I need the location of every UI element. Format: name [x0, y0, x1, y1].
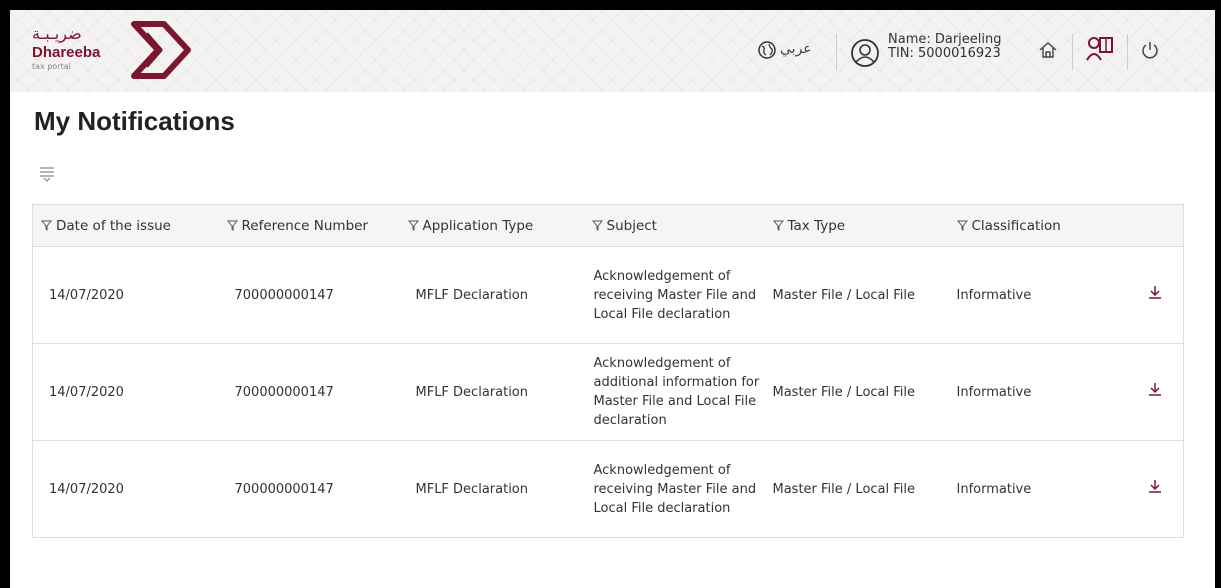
cell-application-type: MFLF Declaration [399, 343, 584, 441]
filter-icon[interactable] [591, 220, 603, 231]
cell-tax-type: Master File / Local File [764, 246, 949, 344]
table-row[interactable]: 14/07/2020 700000000147 MFLF Declaration… [32, 246, 1184, 344]
filter-icon[interactable] [772, 220, 784, 231]
cell-tax-type: Master File / Local File [764, 343, 949, 441]
cell-date: 14/07/2020 [32, 343, 219, 441]
cell-download [1127, 343, 1184, 441]
page-title: My Notifications [34, 106, 235, 136]
table-row[interactable]: 14/07/2020 700000000147 MFLF Declaration… [32, 440, 1184, 538]
language-switch[interactable]: عربي [780, 41, 812, 57]
app-frame: ضريـبـة Dhareeba tax portal عربي Name: D… [10, 10, 1215, 588]
column-header-reference[interactable]: Reference Number [218, 204, 400, 247]
cell-classification: Informative [948, 440, 1128, 538]
cell-subject: Acknowledgement of receiving Master File… [583, 246, 765, 344]
divider [836, 34, 837, 70]
column-header-subject[interactable]: Subject [583, 204, 765, 247]
column-header-tax-type[interactable]: Tax Type [764, 204, 949, 247]
column-header-actions [1127, 204, 1184, 247]
filter-icon[interactable] [41, 220, 52, 231]
user-avatar-icon [851, 39, 879, 67]
column-header-date[interactable]: Date of the issue [32, 204, 219, 247]
cell-download [1127, 246, 1184, 344]
logo-arabic-text: ضريـبـة [32, 24, 82, 43]
user-guide-icon[interactable] [1085, 34, 1115, 64]
cell-reference: 700000000147 [218, 246, 400, 344]
filter-icon[interactable] [956, 220, 968, 231]
cell-classification: Informative [948, 246, 1128, 344]
cell-reference: 700000000147 [218, 440, 400, 538]
column-header-application-type[interactable]: Application Type [399, 204, 584, 247]
column-header-label: Classification [971, 217, 1061, 234]
column-settings-icon[interactable] [38, 165, 56, 183]
cell-reference: 700000000147 [218, 343, 400, 441]
notifications-table: Date of the issue Reference Number Appli… [32, 204, 1184, 538]
logo-subtitle: tax portal [32, 62, 71, 71]
filter-icon[interactable] [226, 220, 238, 231]
dhareeba-logo[interactable]: ضريـبـة Dhareeba tax portal [22, 21, 192, 79]
logout-power-icon[interactable] [1140, 40, 1160, 60]
divider [1127, 34, 1128, 70]
column-header-label: Subject [606, 217, 657, 234]
divider [1072, 34, 1073, 70]
logo-english-text: Dhareeba [32, 44, 101, 61]
cell-download [1127, 440, 1184, 538]
cell-date: 14/07/2020 [32, 440, 219, 538]
cell-date: 14/07/2020 [32, 246, 219, 344]
download-icon[interactable] [1147, 284, 1163, 300]
globe-icon[interactable] [758, 41, 776, 59]
dhareeba-chevron-mark-icon [131, 21, 191, 79]
column-header-classification[interactable]: Classification [948, 204, 1128, 247]
cell-subject: Acknowledgement of receiving Master File… [583, 440, 765, 538]
filter-icon[interactable] [407, 220, 419, 231]
user-name: Name: Darjeeling [888, 32, 1002, 47]
cell-application-type: MFLF Declaration [399, 440, 584, 538]
top-header: ضريـبـة Dhareeba tax portal عربي Name: D… [10, 10, 1215, 92]
table-header-row: Date of the issue Reference Number Appli… [32, 204, 1184, 247]
cell-application-type: MFLF Declaration [399, 246, 584, 344]
download-icon[interactable] [1147, 478, 1163, 494]
cell-subject: Acknowledgement of additional informatio… [583, 343, 765, 441]
column-header-label: Tax Type [787, 217, 846, 234]
column-header-label: Application Type [422, 217, 534, 234]
column-header-label: Date of the issue [56, 217, 171, 234]
user-tin: TIN: 5000016923 [888, 46, 1001, 61]
table-row[interactable]: 14/07/2020 700000000147 MFLF Declaration… [32, 343, 1184, 441]
cell-classification: Informative [948, 343, 1128, 441]
cell-tax-type: Master File / Local File [764, 440, 949, 538]
column-header-label: Reference Number [241, 217, 369, 234]
home-icon[interactable] [1038, 40, 1058, 60]
download-icon[interactable] [1147, 381, 1163, 397]
